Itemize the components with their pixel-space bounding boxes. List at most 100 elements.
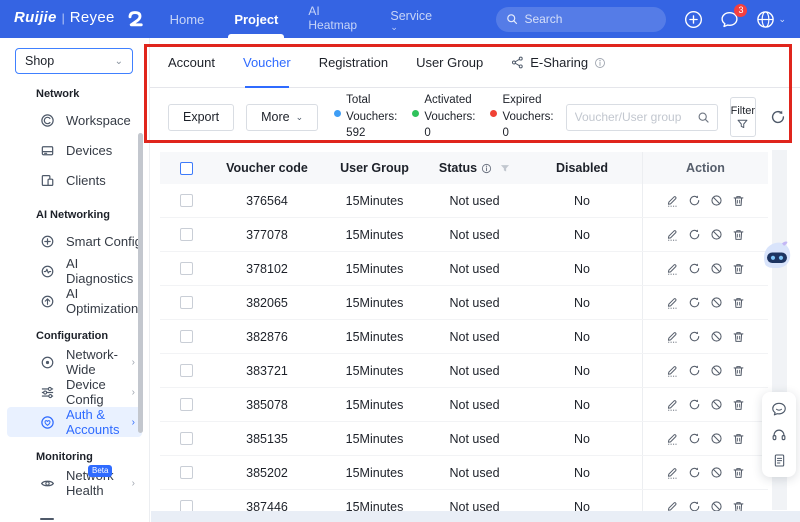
refresh-icon[interactable] bbox=[770, 109, 786, 125]
delete-icon[interactable] bbox=[732, 364, 745, 378]
headset-support-icon[interactable] bbox=[771, 427, 787, 443]
voucher-code-cell: 378102 bbox=[246, 261, 288, 276]
sidebar-scrollbar[interactable] bbox=[138, 133, 143, 433]
export-button[interactable]: Export bbox=[168, 103, 235, 131]
row-checkbox[interactable] bbox=[179, 330, 193, 343]
language-selector[interactable]: ⌄ bbox=[756, 10, 786, 29]
row-checkbox[interactable] bbox=[179, 398, 193, 411]
edit-icon[interactable] bbox=[666, 432, 679, 446]
row-checkbox[interactable] bbox=[179, 228, 193, 241]
delete-icon[interactable] bbox=[732, 194, 745, 208]
live-chat-icon[interactable] bbox=[771, 401, 787, 417]
sidebar-item-clients[interactable]: Clients bbox=[0, 165, 149, 195]
renew-icon[interactable] bbox=[688, 364, 701, 377]
feedback-icon[interactable] bbox=[772, 453, 787, 468]
tab-e-sharing[interactable]: E-Sharing bbox=[511, 38, 606, 87]
delete-icon[interactable] bbox=[732, 398, 745, 412]
delete-icon[interactable] bbox=[732, 330, 745, 344]
ban-icon[interactable] bbox=[710, 296, 723, 309]
row-actions bbox=[642, 320, 768, 353]
renew-icon[interactable] bbox=[688, 466, 701, 479]
nav-item-ai-heatmap[interactable]: AI Heatmap bbox=[308, 0, 360, 38]
edit-icon[interactable] bbox=[666, 262, 679, 276]
ban-icon[interactable] bbox=[710, 330, 723, 343]
info-icon[interactable] bbox=[481, 163, 492, 174]
status-cell: Not used bbox=[449, 295, 500, 310]
tab-voucher[interactable]: Voucher bbox=[243, 38, 291, 88]
sidebar-item-auth-accounts[interactable]: Auth & Accounts › bbox=[7, 407, 142, 437]
sidebar-item-devices[interactable]: Devices bbox=[0, 135, 149, 165]
search-icon[interactable] bbox=[691, 105, 717, 130]
voucher-table: Voucher code User Group Status Disabled … bbox=[160, 152, 768, 522]
renew-icon[interactable] bbox=[688, 194, 701, 207]
delete-icon[interactable] bbox=[732, 296, 745, 310]
nav-item-project[interactable]: Project bbox=[228, 0, 285, 38]
sidebar-item-network-health[interactable]: Network Health Beta › bbox=[0, 465, 149, 498]
ban-icon[interactable] bbox=[710, 194, 723, 207]
row-actions bbox=[642, 184, 768, 217]
ai-assistant-mascot[interactable] bbox=[760, 240, 794, 272]
edit-icon[interactable] bbox=[666, 228, 679, 242]
voucher-table-row: 382065 15Minutes Not used No bbox=[160, 286, 768, 320]
edit-icon[interactable] bbox=[666, 466, 679, 480]
row-checkbox[interactable] bbox=[179, 432, 193, 445]
status-filter-icon[interactable] bbox=[500, 164, 510, 173]
ban-icon[interactable] bbox=[710, 364, 723, 377]
renew-icon[interactable] bbox=[688, 228, 701, 241]
chevron-down-icon: ⌄ bbox=[114, 55, 123, 67]
renew-icon[interactable] bbox=[688, 330, 701, 343]
renew-icon[interactable] bbox=[688, 398, 701, 411]
row-checkbox[interactable] bbox=[179, 194, 193, 207]
tab-user-group[interactable]: User Group bbox=[416, 38, 483, 87]
edit-icon[interactable] bbox=[666, 330, 679, 344]
org-selector[interactable]: Shop ⌄ bbox=[15, 48, 133, 74]
brand-logo[interactable]: Ruijie | Reyee bbox=[14, 9, 146, 29]
ban-icon[interactable] bbox=[710, 262, 723, 275]
renew-icon[interactable] bbox=[688, 262, 701, 275]
table-tools bbox=[770, 109, 800, 125]
messages-icon[interactable]: 3 bbox=[720, 3, 748, 29]
globe-icon bbox=[756, 10, 775, 29]
renew-icon[interactable] bbox=[688, 296, 701, 309]
row-checkbox[interactable] bbox=[179, 262, 193, 275]
sidebar-item-smart-config[interactable]: Smart Config bbox=[0, 226, 149, 256]
delete-icon[interactable] bbox=[732, 466, 745, 480]
info-icon[interactable] bbox=[594, 57, 606, 69]
delete-icon[interactable] bbox=[732, 228, 745, 242]
select-all-checkbox[interactable] bbox=[179, 161, 193, 175]
filter-button[interactable]: Filter bbox=[729, 97, 757, 137]
user-group-cell: 15Minutes bbox=[345, 227, 404, 242]
brand-name: Ruijie bbox=[14, 9, 57, 26]
row-actions bbox=[642, 218, 768, 251]
header-status: Status bbox=[427, 161, 522, 175]
renew-icon[interactable] bbox=[688, 432, 701, 445]
global-search[interactable] bbox=[496, 6, 667, 32]
add-project-icon[interactable] bbox=[684, 10, 703, 29]
status-cell: Not used bbox=[449, 363, 500, 378]
global-search-input[interactable] bbox=[524, 12, 657, 26]
sidebar-item-network-wide[interactable]: Network-Wide › bbox=[0, 347, 149, 377]
row-checkbox[interactable] bbox=[179, 364, 193, 377]
edit-icon[interactable] bbox=[666, 364, 679, 378]
nav-item-home[interactable]: Home bbox=[170, 0, 205, 38]
sidebar-item-workspace[interactable]: Workspace bbox=[0, 105, 149, 135]
nav-item-service[interactable]: Service ⌄ bbox=[390, 0, 440, 38]
ban-icon[interactable] bbox=[710, 398, 723, 411]
ban-icon[interactable] bbox=[710, 228, 723, 241]
voucher-search-input[interactable] bbox=[566, 110, 691, 124]
tab-registration[interactable]: Registration bbox=[319, 38, 388, 87]
delete-icon[interactable] bbox=[732, 432, 745, 446]
delete-icon[interactable] bbox=[732, 262, 745, 276]
row-checkbox[interactable] bbox=[179, 466, 193, 479]
more-button[interactable]: More ⌄ bbox=[246, 103, 319, 131]
edit-icon[interactable] bbox=[666, 398, 679, 412]
row-checkbox[interactable] bbox=[179, 296, 193, 309]
tab-account[interactable]: Account bbox=[168, 38, 215, 87]
sidebar-item-device-config[interactable]: Device Config › bbox=[0, 377, 149, 407]
edit-icon[interactable] bbox=[666, 194, 679, 208]
sidebar-item-ai-optimization[interactable]: AI Optimization bbox=[0, 286, 149, 316]
sidebar-item-ai-diagnostics[interactable]: AI Diagnostics bbox=[0, 256, 149, 286]
edit-icon[interactable] bbox=[666, 296, 679, 310]
ban-icon[interactable] bbox=[710, 466, 723, 479]
ban-icon[interactable] bbox=[710, 432, 723, 445]
